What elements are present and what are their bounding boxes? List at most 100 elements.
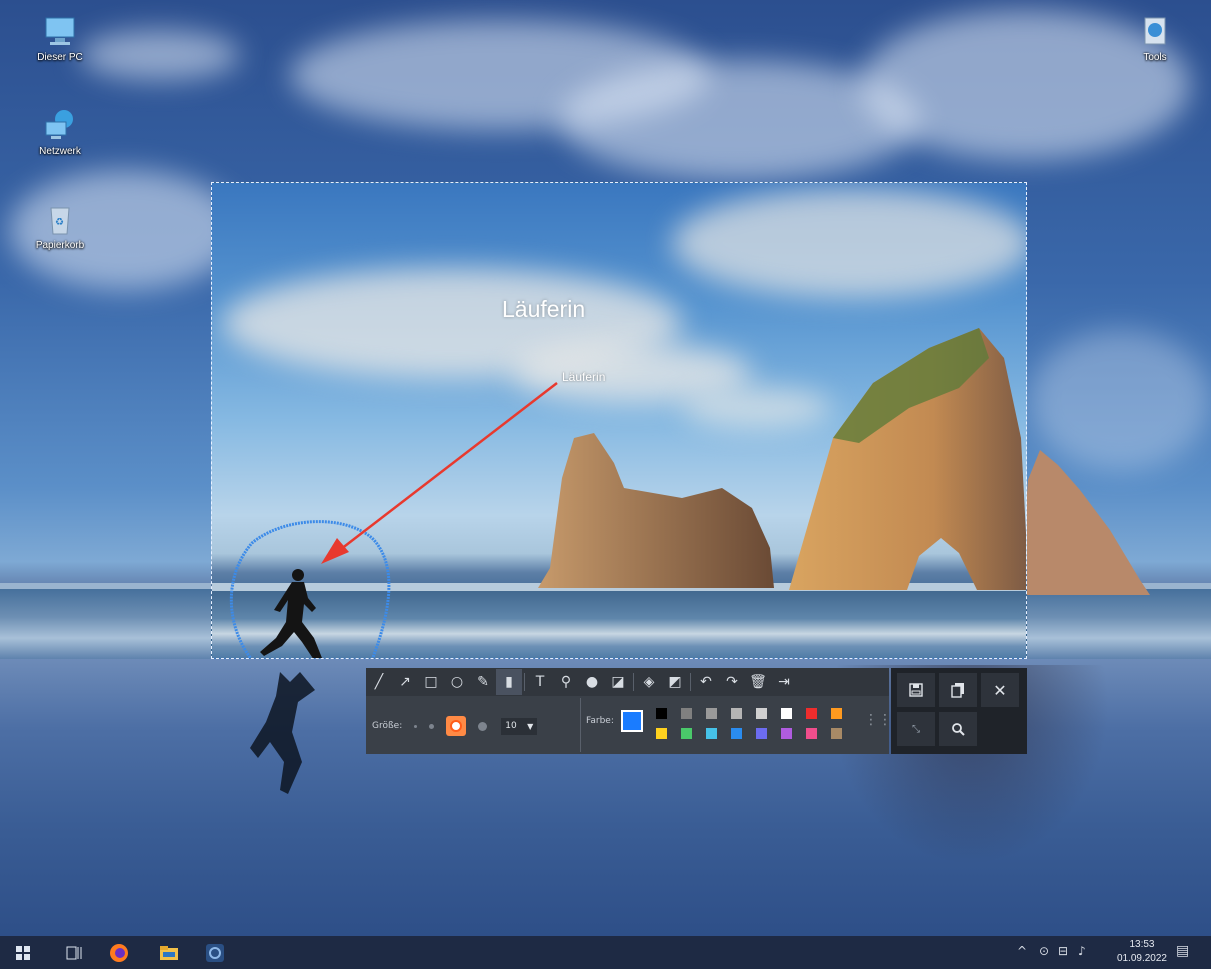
redo-tool-button[interactable]: ↷ [719,669,745,695]
exit-tool-button[interactable]: ⇥ [771,669,797,695]
line-tool-button[interactable]: ╱ [366,669,392,695]
color-swatch[interactable] [781,708,792,719]
desktop-icon-tools[interactable]: Tools [1120,14,1190,63]
toolbar-separator [633,673,634,691]
color-swatch[interactable] [806,708,817,719]
color-swatch[interactable] [706,728,717,739]
recycle-bin-icon: ♻ [42,202,78,236]
marker-icon: ▮ [505,674,513,690]
color-swatch[interactable] [656,708,667,719]
fill-icon: ◪ [611,674,625,690]
color-swatch[interactable] [706,708,717,719]
size-dot-s[interactable] [429,723,435,729]
taskbar: ^ ⊙ ⊟ ♪ 13:53 01.09.2022 ▤ [0,936,1211,969]
desktop-icon-papierkorb[interactable]: ♻ Papierkorb [25,202,95,251]
annotation-text-small[interactable]: Läuferin [562,370,605,384]
save-button[interactable] [897,673,935,707]
task-view-button[interactable] [63,942,85,964]
tray-app-icon[interactable]: ⊙ [1039,944,1049,958]
annotation-text-large[interactable]: Läuferin [502,296,585,323]
clock-date: 01.09.2022 [1116,953,1167,964]
eraser-tool-button[interactable]: ◈ [636,669,662,695]
tools-icon [1137,14,1173,48]
color-swatch[interactable] [831,728,842,739]
capture-region[interactable]: Läuferin Läuferin [211,182,1027,659]
size-dot-m-selected[interactable] [446,716,467,736]
palette-more-icon[interactable]: ⋮⋮ [864,712,892,728]
divider [580,698,581,752]
line-icon: ╱ [374,674,384,690]
size-dot-xs[interactable] [414,724,418,728]
current-color-swatch[interactable] [621,710,643,732]
volume-icon[interactable]: ♪ [1078,944,1086,958]
pen-icon: ✎ [477,674,489,690]
size-select[interactable]: 10 ▼ [501,717,538,735]
close-button[interactable]: ✕ [981,673,1019,707]
ellipse-tool-button[interactable]: ○ [444,669,470,695]
color-row: Farbe: ⋮⋮ [584,698,892,754]
network-tray-icon[interactable]: ⊟ [1058,944,1068,958]
computer-icon [42,14,78,48]
copy-button[interactable] [939,673,977,707]
desktop-icon-label: Papierkorb [35,240,85,251]
task-view-icon [66,946,82,960]
color-swatch[interactable] [731,708,742,719]
arrow-icon: ↗ [399,674,411,690]
delete-tool-button[interactable]: 🗑 [745,669,771,695]
pin-tool-button[interactable]: ⚲ [553,669,579,695]
rock-arch [789,328,1026,590]
color-swatch[interactable] [656,728,667,739]
color-swatch[interactable] [806,728,817,739]
color-swatch[interactable] [681,728,692,739]
chevron-up-icon[interactable]: ^ [1017,944,1027,958]
size-label: Größe: [372,721,403,731]
firefox-button[interactable] [108,942,130,964]
runner [260,569,322,658]
toolbar-separator [690,673,691,691]
clear-tool-button[interactable]: ◩ [662,669,688,695]
blur-drop-icon: ● [585,674,599,690]
fill-tool-button[interactable]: ◪ [605,669,631,695]
rock-outside [1020,450,1150,595]
size-row: Größe: 10 ▼ [366,698,580,754]
color-swatch[interactable] [731,728,742,739]
folder-icon [160,946,178,960]
cloud [80,30,240,80]
color-swatch[interactable] [831,708,842,719]
redo-icon: ↷ [726,674,738,690]
firefox-icon [110,944,128,962]
desktop-icon-netzwerk[interactable]: Netzwerk [25,108,95,157]
color-swatch[interactable] [781,728,792,739]
size-value: 10 [505,721,517,731]
rectangle-tool-button[interactable]: □ [418,669,444,695]
file-explorer-button[interactable] [158,942,180,964]
desktop-icon-label: Dieser PC [37,52,83,63]
delete-icon: 🗑 [749,674,767,690]
app-button[interactable] [204,942,226,964]
rectangle-icon: □ [424,674,438,690]
size-dot-l[interactable] [478,721,488,731]
ellipse-icon: ○ [450,674,464,690]
pen-tool-button[interactable]: ✎ [470,669,496,695]
marker-tool-button[interactable]: ▮ [496,669,522,695]
color-label: Farbe: [586,716,614,726]
clock-time: 13:53 [1129,939,1155,950]
color-swatch[interactable] [681,708,692,719]
fullscreen-button[interactable]: ⤡ [897,712,935,746]
undo-tool-button[interactable]: ↶ [693,669,719,695]
clock[interactable]: 13:53 01.09.2022 [1117,938,1167,966]
arrow-tool-button[interactable]: ↗ [392,669,418,695]
search-icon [952,723,965,736]
network-icon [42,108,78,142]
copy-icon [951,683,964,698]
blur-drop-tool-button[interactable]: ● [579,669,605,695]
text-tool-button[interactable]: T [527,669,553,695]
start-button[interactable] [12,942,34,964]
color-swatch[interactable] [756,708,767,719]
search-button[interactable] [939,712,977,746]
toolbar-separator [524,673,525,691]
desktop-icon-dieser-pc[interactable]: Dieser PC [25,14,95,63]
notification-icon[interactable]: ▤ [1176,943,1189,959]
cloud [672,188,1026,298]
color-swatch[interactable] [756,728,767,739]
